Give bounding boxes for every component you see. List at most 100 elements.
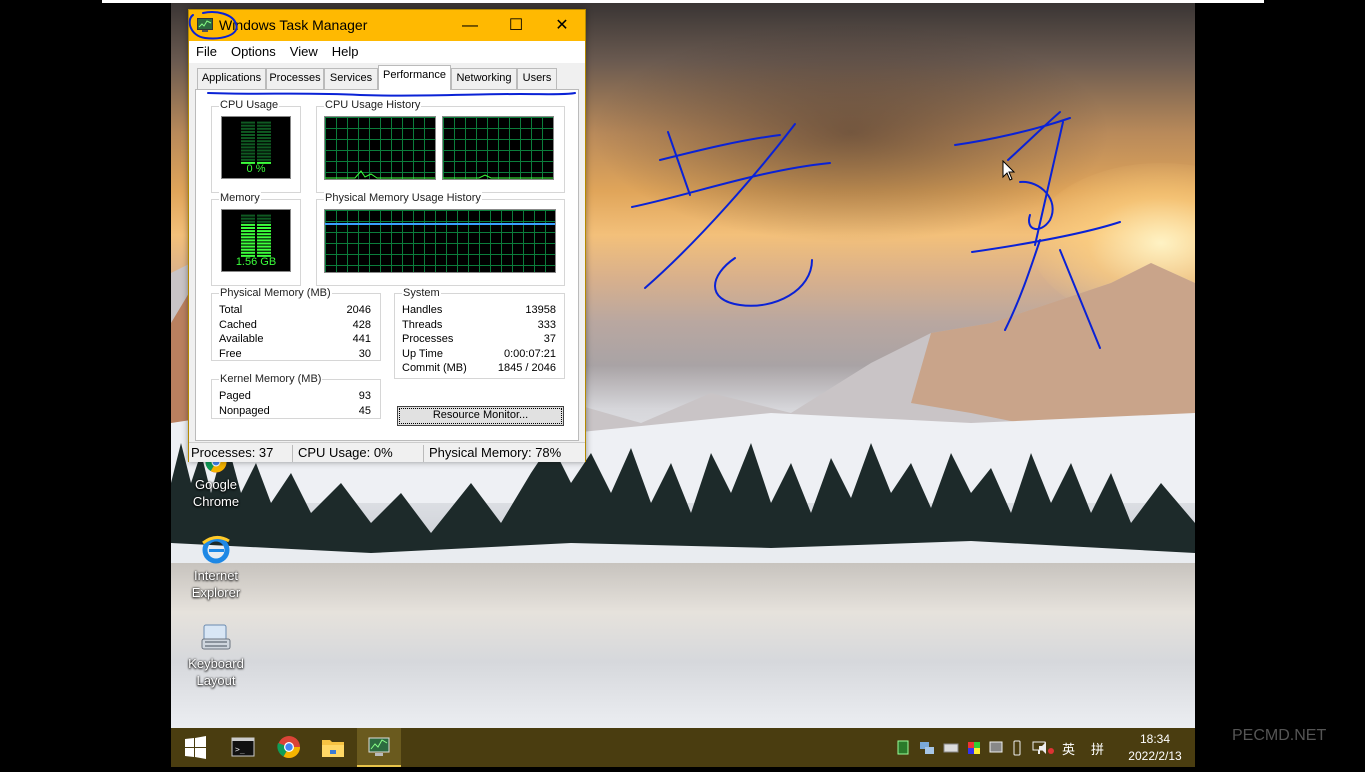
- stat-row: Total 2046: [219, 304, 371, 318]
- meter-segment: [241, 230, 255, 233]
- tab-performance[interactable]: Performance: [378, 65, 451, 90]
- meter-segment: [241, 127, 255, 130]
- tray-green-icon[interactable]: [897, 740, 909, 756]
- cpu-usage-meter: 0 %: [221, 116, 291, 179]
- meter-segment: [257, 158, 271, 161]
- desktop-icon-internet-explorer[interactable]: Internet Explorer: [178, 533, 254, 601]
- desktop-icon-label-line1: Internet: [193, 568, 239, 583]
- stat-value: 333: [537, 319, 556, 331]
- tab-processes[interactable]: Processes: [266, 68, 324, 89]
- kernel-memory-label: Kernel Memory (MB): [219, 373, 323, 385]
- clock-date: 2022/2/13: [1128, 749, 1182, 763]
- stat-key: Total: [219, 304, 243, 316]
- meter-segment: [241, 245, 255, 248]
- keyboard-tray-icon[interactable]: [943, 740, 959, 756]
- meter-segment: [241, 248, 255, 251]
- maximize-button[interactable]: ☐: [493, 10, 539, 41]
- taskbar-file-explorer[interactable]: [311, 728, 355, 767]
- title-bar[interactable]: Windows Task Manager — ☐ ✕: [189, 10, 585, 41]
- meter-segment: [257, 146, 271, 149]
- tab-services[interactable]: Services: [324, 68, 378, 89]
- task-manager-window[interactable]: Windows Task Manager — ☐ ✕ File Options Vi…: [188, 9, 586, 462]
- stat-row: Nonpaged 45: [219, 405, 371, 419]
- meter-segment: [241, 217, 255, 220]
- menu-bar: File Options View Help: [189, 41, 585, 63]
- meter-segment: [257, 239, 271, 242]
- taskbar-task-manager[interactable]: [357, 728, 401, 767]
- taskbar-chrome[interactable]: [267, 728, 311, 767]
- meter-segment: [257, 230, 271, 233]
- volume-muted-icon[interactable]: [1037, 740, 1055, 756]
- meter-segment: [257, 248, 271, 251]
- taskbar: >_ 英 拼 18:34 2022/2/13: [171, 728, 1195, 767]
- watermark: PECMD.NET: [1232, 727, 1327, 744]
- stat-row: Threads 333: [402, 319, 556, 333]
- menu-file[interactable]: File: [189, 41, 224, 59]
- status-memory: Physical Memory: 78%: [429, 445, 562, 460]
- menu-view[interactable]: View: [283, 41, 325, 59]
- network-adapter-icon[interactable]: [919, 740, 935, 756]
- meter-segment: [257, 220, 271, 223]
- stat-key: Nonpaged: [219, 405, 270, 417]
- window-title: Windows Task Manager: [219, 17, 368, 33]
- stat-value: 0:00:07:21: [504, 348, 556, 360]
- minimize-button[interactable]: —: [447, 10, 493, 41]
- taskmanager-icon: [197, 18, 213, 32]
- meter-segment: [241, 236, 255, 239]
- menu-options[interactable]: Options: [224, 41, 283, 59]
- resource-monitor-button[interactable]: Resource Monitor...: [397, 406, 564, 426]
- tab-users[interactable]: Users: [517, 68, 557, 89]
- display-color-icon[interactable]: [967, 740, 981, 756]
- stat-row: Handles 13958: [402, 304, 556, 318]
- monitor-tray-icon[interactable]: [989, 740, 1003, 756]
- stat-key: Commit (MB): [402, 362, 467, 374]
- meter-segment: [241, 143, 255, 146]
- system-label: System: [402, 287, 441, 299]
- stat-key: Processes: [402, 333, 454, 345]
- stat-value: 93: [358, 390, 371, 402]
- taskbar-cmd[interactable]: >_: [221, 728, 265, 767]
- cpu-usage-label: CPU Usage: [219, 99, 280, 111]
- stat-value: 428: [352, 319, 371, 331]
- start-button[interactable]: [173, 728, 217, 767]
- memory-label: Memory: [219, 192, 261, 204]
- stat-value: 45: [358, 405, 371, 417]
- desktop-icon-keyboard-layout[interactable]: Keyboard Layout: [178, 621, 254, 689]
- taskbar-clock[interactable]: 18:34 2022/2/13: [1117, 731, 1193, 765]
- stat-row: Processes 37: [402, 333, 556, 347]
- meter-segment: [257, 143, 271, 146]
- stat-value: 1845 / 2046: [497, 362, 556, 374]
- stat-row: Free 30: [219, 348, 371, 362]
- cpu-meter-bars: [241, 121, 271, 164]
- stat-value: 37: [543, 333, 556, 345]
- meter-segment: [257, 214, 271, 217]
- tab-networking[interactable]: Networking: [451, 68, 517, 89]
- usb-drive-icon[interactable]: [1011, 740, 1023, 756]
- close-button[interactable]: ✕: [539, 10, 585, 41]
- ime-pinyin-indicator[interactable]: 拼: [1091, 739, 1104, 757]
- meter-segment: [257, 227, 271, 229]
- ime-mode-indicator[interactable]: 英: [1062, 739, 1075, 757]
- meter-segment: [241, 233, 255, 236]
- meter-segment: [241, 140, 255, 143]
- taskmanager-icon: [368, 737, 390, 756]
- menu-help[interactable]: Help: [325, 41, 366, 59]
- meter-segment: [241, 220, 255, 223]
- tab-applications[interactable]: Applications: [197, 68, 266, 89]
- meter-segment: [257, 155, 271, 158]
- status-cpu: CPU Usage: 0%: [298, 445, 424, 462]
- meter-segment: [257, 245, 271, 248]
- meter-segment: [257, 233, 271, 236]
- wallpaper-clouds: [591, 23, 1111, 243]
- meter-segment: [241, 152, 255, 155]
- memory-history-graph: [324, 209, 556, 273]
- kernel-memory-box: Kernel Memory (MB) Paged 93 Nonpaged 45: [211, 373, 381, 419]
- meter-segment: [241, 146, 255, 149]
- meter-segment: [257, 217, 271, 220]
- desktop-icon-label-line1: Google: [195, 477, 237, 492]
- cpu-history-graph-core-1: [324, 116, 436, 180]
- meter-segment: [241, 227, 255, 229]
- start-icon: [185, 736, 206, 759]
- stat-key: Handles: [402, 304, 443, 316]
- meter-segment: [257, 223, 271, 226]
